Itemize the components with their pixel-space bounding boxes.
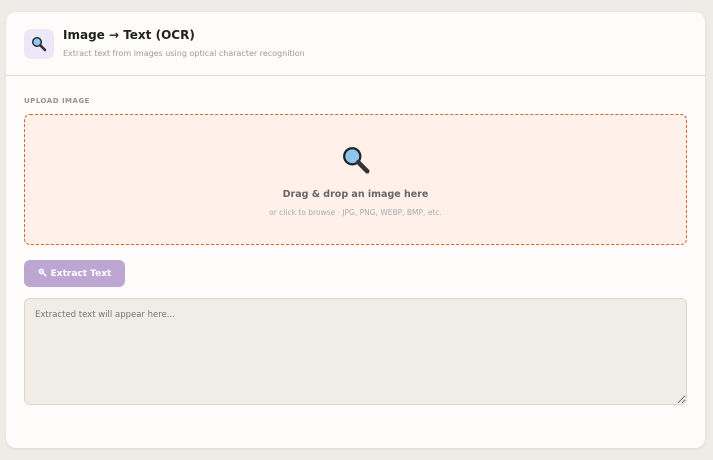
card-header: Image → Text (OCR) Extract text from ima…: [6, 12, 705, 76]
magnifier-icon: [341, 145, 371, 179]
extract-text-button[interactable]: Extract Text: [24, 260, 125, 287]
ocr-card: Image → Text (OCR) Extract text from ima…: [6, 12, 705, 448]
magnifier-icon: [38, 268, 47, 280]
extract-text-label: Extract Text: [50, 268, 112, 279]
image-dropzone[interactable]: Drag & drop an image here or click to br…: [24, 114, 687, 245]
dropzone-title: Drag & drop an image here: [282, 189, 429, 200]
page-title: Image → Text (OCR): [63, 28, 195, 42]
dropzone-hint: or click to browse · JPG, PNG, WEBP, BMP…: [269, 208, 442, 217]
page-subtitle: Extract text from images using optical c…: [63, 49, 305, 58]
upload-label: UPLOAD IMAGE: [24, 97, 90, 105]
extracted-text-output[interactable]: [24, 298, 687, 405]
magnifier-icon: [24, 29, 54, 59]
